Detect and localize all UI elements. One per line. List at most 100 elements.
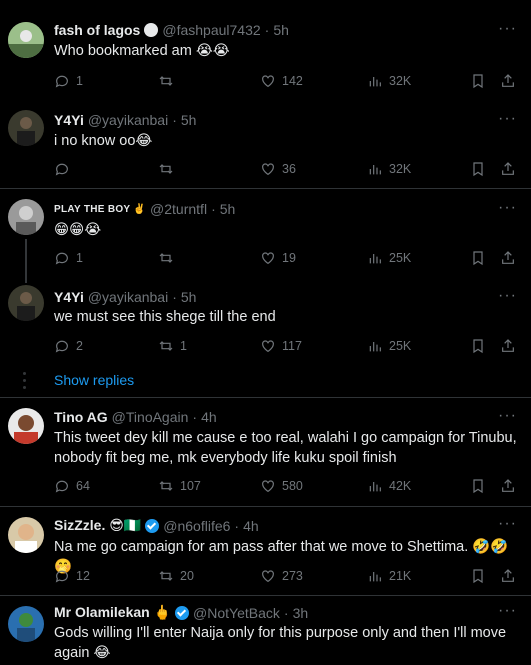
more-options-icon[interactable]: ···	[498, 110, 517, 128]
tweet-1[interactable]: fash of lagos @fashpaul7432 · 5h ··· Who…	[0, 0, 531, 100]
author-name[interactable]: SizZzle. 😎🇳🇬	[54, 517, 141, 534]
show-replies-link[interactable]: Show replies	[54, 372, 134, 388]
views-button[interactable]: 32K	[367, 159, 411, 179]
tweet-text: we must see this shege till the end	[54, 309, 276, 325]
share-icon	[502, 339, 514, 352]
tweet-time[interactable]: 4h	[201, 409, 217, 425]
avatar[interactable]	[8, 285, 44, 321]
avatar[interactable]	[8, 199, 44, 235]
retweet-icon	[159, 164, 173, 174]
tweet-5[interactable]: Tino AG @TinoAgain · 4h ··· This tweet d…	[0, 398, 531, 506]
share-button[interactable]	[500, 248, 516, 268]
author-name[interactable]: Y4Yi	[54, 289, 84, 305]
author-handle[interactable]: @fashpaul7432	[162, 22, 260, 38]
like-button[interactable]: 580	[260, 476, 303, 496]
retweet-icon	[159, 341, 173, 351]
author-handle[interactable]: @TinoAgain	[112, 409, 189, 425]
like-button[interactable]: 36	[260, 159, 296, 179]
separator-dot: ·	[283, 604, 289, 621]
bookmark-button[interactable]	[470, 336, 486, 356]
author-name[interactable]: Mr Olamilekan 🖕	[54, 604, 171, 621]
avatar[interactable]	[8, 517, 44, 553]
view-count: 21K	[389, 569, 412, 583]
views-button[interactable]: 21K	[367, 566, 411, 586]
tweet-7[interactable]: Mr Olamilekan 🖕 @NotYetBack · 3h ··· God…	[0, 596, 531, 665]
more-options-icon[interactable]: ···	[498, 199, 517, 217]
like-button[interactable]: 273	[260, 566, 303, 586]
retweet-button[interactable]: 20	[158, 566, 194, 586]
avatar[interactable]	[8, 606, 44, 642]
tweet-actions: 2 1 117 25K	[54, 336, 514, 356]
thread-dots	[23, 372, 27, 393]
tweet-time[interactable]: 5h	[181, 112, 197, 128]
tweet-actions: 36 32K	[54, 159, 514, 179]
avatar[interactable]	[8, 22, 44, 58]
author-handle[interactable]: @yayikanbai	[88, 112, 168, 128]
tweet-6[interactable]: SizZzle. 😎🇳🇬 @n6oflife6 · 4h ··· Na me g…	[0, 507, 531, 595]
retweet-count: 20	[180, 569, 194, 583]
tweet-time[interactable]: 3h	[293, 605, 309, 621]
share-button[interactable]	[500, 336, 516, 356]
like-count: 273	[282, 569, 303, 583]
reply-button[interactable]: 1	[54, 71, 83, 91]
views-button[interactable]: 25K	[367, 248, 411, 268]
tweet-4[interactable]: Y4Yi @yayikanbai · 5h ··· we must see th…	[0, 277, 531, 367]
tweet-time[interactable]: 5h	[273, 22, 289, 38]
tweet-3[interactable]: PLAY THE BOY ✌️ @2turntfl · 5h ··· 😁😁😭 1…	[0, 189, 531, 283]
bookmark-button[interactable]	[470, 159, 486, 179]
retweet-button[interactable]	[158, 248, 180, 268]
retweet-button[interactable]: 1	[158, 336, 187, 356]
bookmark-icon	[473, 479, 483, 494]
views-button[interactable]: 42K	[367, 476, 411, 496]
separator-dot: ·	[192, 409, 198, 425]
share-button[interactable]	[500, 566, 516, 586]
author-name[interactable]: fash of lagos	[54, 22, 140, 38]
more-options-icon[interactable]: ···	[498, 407, 517, 425]
tweet-header: PLAY THE BOY ✌️ @2turntfl · 5h	[54, 201, 235, 217]
tweet-time[interactable]: 4h	[243, 518, 259, 534]
author-name[interactable]: Tino AG	[54, 409, 108, 425]
bookmark-button[interactable]	[470, 566, 486, 586]
like-button[interactable]: 19	[260, 248, 296, 268]
retweet-button[interactable]	[158, 71, 180, 91]
like-count: 117	[282, 339, 302, 353]
views-button[interactable]: 25K	[367, 336, 411, 356]
author-name[interactable]: Y4Yi	[54, 112, 84, 128]
tweet-time[interactable]: 5h	[220, 201, 236, 217]
reply-icon	[55, 75, 68, 88]
reply-button[interactable]: 64	[54, 476, 90, 496]
author-handle[interactable]: @yayikanbai	[88, 289, 168, 305]
avatar[interactable]	[8, 110, 44, 146]
share-icon	[502, 251, 514, 264]
share-button[interactable]	[500, 476, 516, 496]
reply-button[interactable]: 1	[54, 248, 83, 268]
tweet-time[interactable]: 5h	[181, 289, 197, 305]
bookmark-button[interactable]	[470, 476, 486, 496]
more-options-icon[interactable]: ···	[498, 515, 517, 533]
author-handle[interactable]: @NotYetBack	[193, 605, 280, 621]
reply-button[interactable]: 12	[54, 566, 90, 586]
reply-button[interactable]	[54, 159, 76, 179]
more-options-icon[interactable]: ···	[498, 602, 517, 620]
retweet-button[interactable]: 107	[158, 476, 201, 496]
tweet-text: Gods willing I'll enter Naija only for t…	[54, 625, 507, 661]
bookmark-button[interactable]	[470, 71, 486, 91]
bookmark-button[interactable]	[470, 248, 486, 268]
like-button[interactable]: 117	[260, 336, 302, 356]
share-button[interactable]	[500, 159, 516, 179]
tweet-text: This tweet dey kill me cause e too real,…	[54, 430, 517, 466]
more-options-icon[interactable]: ···	[498, 287, 517, 305]
views-button[interactable]: 32K	[367, 71, 411, 91]
author-handle[interactable]: @2turntfl	[150, 201, 207, 217]
author-handle[interactable]: @n6oflife6	[163, 518, 230, 534]
reply-count: 1	[76, 251, 83, 265]
reply-button[interactable]: 2	[54, 336, 83, 356]
tweet-2[interactable]: Y4Yi @yayikanbai · 5h ··· i no know oo😂 …	[0, 100, 531, 188]
author-name[interactable]: PLAY THE BOY ✌️	[54, 204, 146, 215]
separator-dot: ·	[234, 517, 240, 534]
avatar[interactable]	[8, 408, 44, 444]
share-button[interactable]	[500, 71, 516, 91]
retweet-button[interactable]	[158, 159, 180, 179]
more-options-icon[interactable]: ···	[498, 20, 517, 38]
like-button[interactable]: 142	[260, 71, 303, 91]
